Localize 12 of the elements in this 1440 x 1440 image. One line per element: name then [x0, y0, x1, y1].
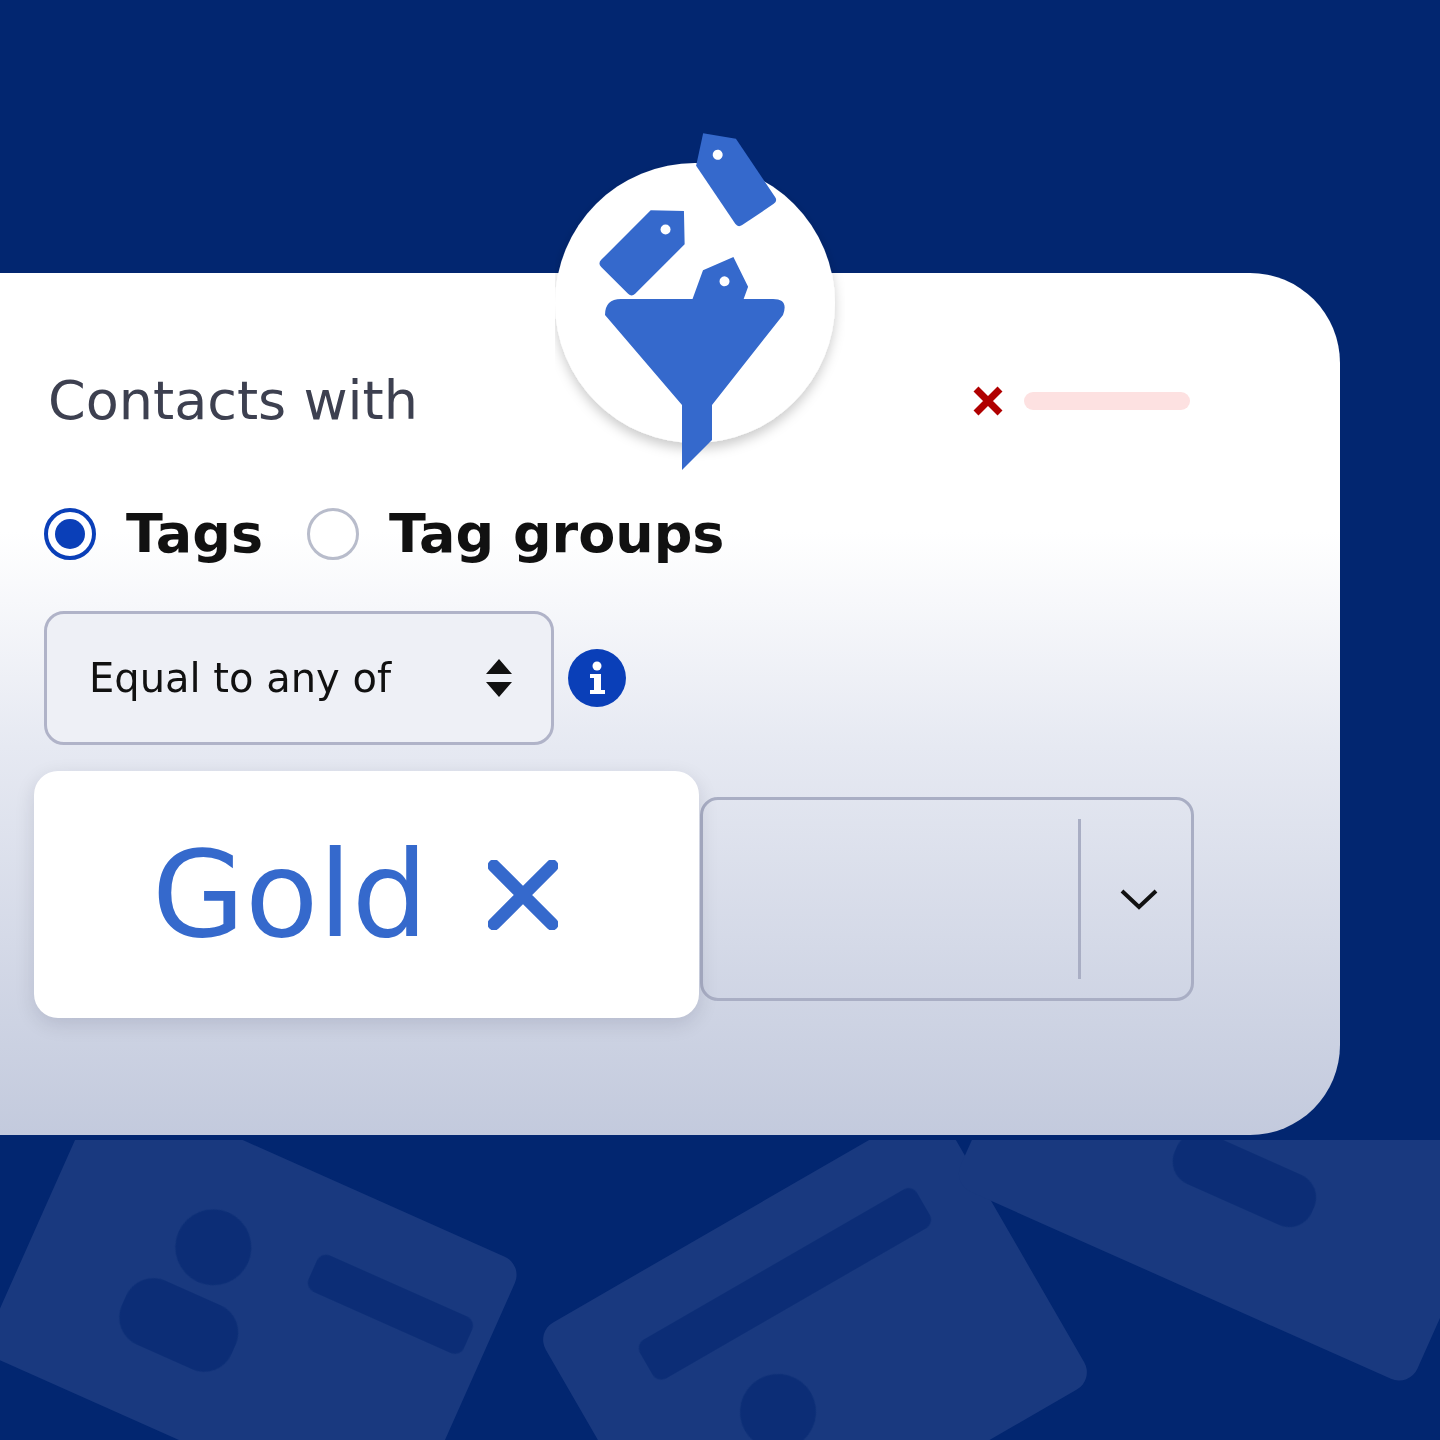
- radio-option[interactable]: Tag groups: [307, 502, 725, 565]
- tag-chip: Gold: [34, 771, 699, 1018]
- sort-caret-icon: [485, 659, 513, 697]
- chevron-down-icon: [1119, 887, 1159, 911]
- info-icon[interactable]: [568, 649, 626, 707]
- remove-icon[interactable]: [487, 859, 558, 930]
- filter-title: Contacts with: [48, 369, 418, 432]
- radio-button[interactable]: [44, 507, 96, 560]
- condition-select[interactable]: Equal to any of: [44, 611, 554, 745]
- tag-select-field[interactable]: [700, 797, 1194, 1001]
- radio-option[interactable]: Tags: [44, 502, 264, 565]
- close-icon: [972, 384, 1004, 417]
